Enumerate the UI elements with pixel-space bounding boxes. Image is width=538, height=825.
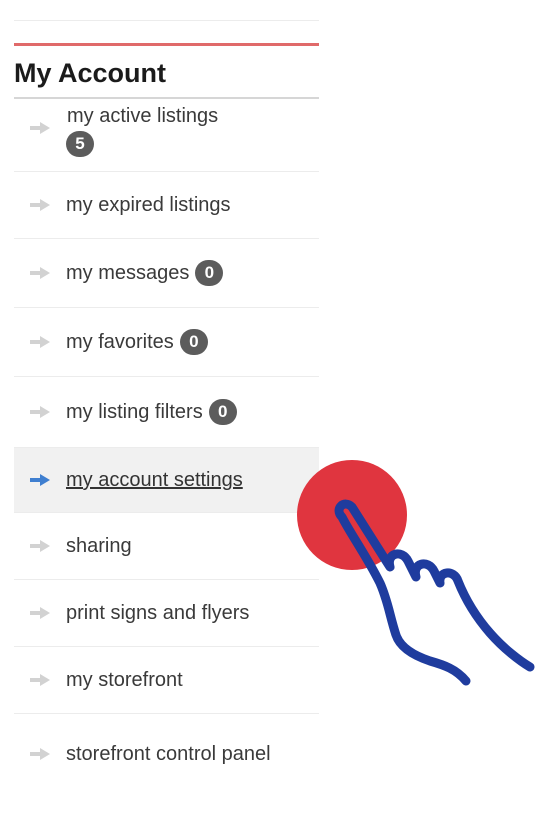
account-menu: my active listings 5 my expired listings…: [14, 99, 319, 794]
menu-item-text: my active listings 5: [66, 101, 218, 157]
menu-item-active-listings[interactable]: my active listings 5: [14, 99, 319, 172]
top-divider: [14, 20, 319, 21]
arrow-right-icon: [14, 473, 66, 487]
panel-title: My Account: [14, 46, 319, 99]
count-badge: 0: [195, 260, 224, 286]
count-badge: 0: [208, 399, 237, 425]
menu-item-label: print signs and flyers: [66, 602, 250, 624]
arrow-right-icon: [14, 539, 66, 553]
tap-hand-icon: [290, 455, 538, 715]
arrow-right-icon: [14, 335, 66, 349]
menu-item-label: my messages: [66, 262, 190, 284]
menu-item-account-settings[interactable]: my account settings: [14, 448, 319, 513]
menu-item-favorites[interactable]: my favorites 0: [14, 308, 319, 377]
count-badge: 5: [66, 131, 94, 157]
my-account-panel: My Account my active listings 5 my expir…: [14, 0, 319, 794]
menu-item-label: storefront control panel: [66, 743, 271, 765]
arrow-right-icon: [14, 121, 66, 135]
menu-item-label: sharing: [66, 535, 132, 557]
menu-item-expired-listings[interactable]: my expired listings: [14, 172, 319, 239]
menu-item-storefront-control-panel[interactable]: storefront control panel: [14, 714, 319, 794]
arrow-right-icon: [14, 606, 66, 620]
arrow-right-icon: [14, 266, 66, 280]
menu-item-label: my active listings: [67, 105, 219, 127]
hand-outline: [334, 499, 535, 686]
arrow-right-icon: [14, 198, 66, 212]
menu-item-print-signs[interactable]: print signs and flyers: [14, 580, 319, 647]
menu-item-sharing[interactable]: sharing: [14, 513, 319, 580]
menu-item-label: my storefront: [66, 669, 183, 691]
arrow-right-icon: [14, 673, 66, 687]
menu-item-label: my account settings: [66, 469, 243, 491]
count-badge: 0: [179, 329, 208, 355]
arrow-right-icon: [14, 405, 66, 419]
menu-item-label: my expired listings: [66, 194, 231, 216]
menu-item-label: my favorites: [66, 331, 174, 353]
menu-item-listing-filters[interactable]: my listing filters 0: [14, 377, 319, 448]
menu-item-storefront[interactable]: my storefront: [14, 647, 319, 714]
menu-item-messages[interactable]: my messages 0: [14, 239, 319, 308]
arrow-right-icon: [14, 747, 66, 761]
menu-item-label: my listing filters: [66, 401, 203, 423]
